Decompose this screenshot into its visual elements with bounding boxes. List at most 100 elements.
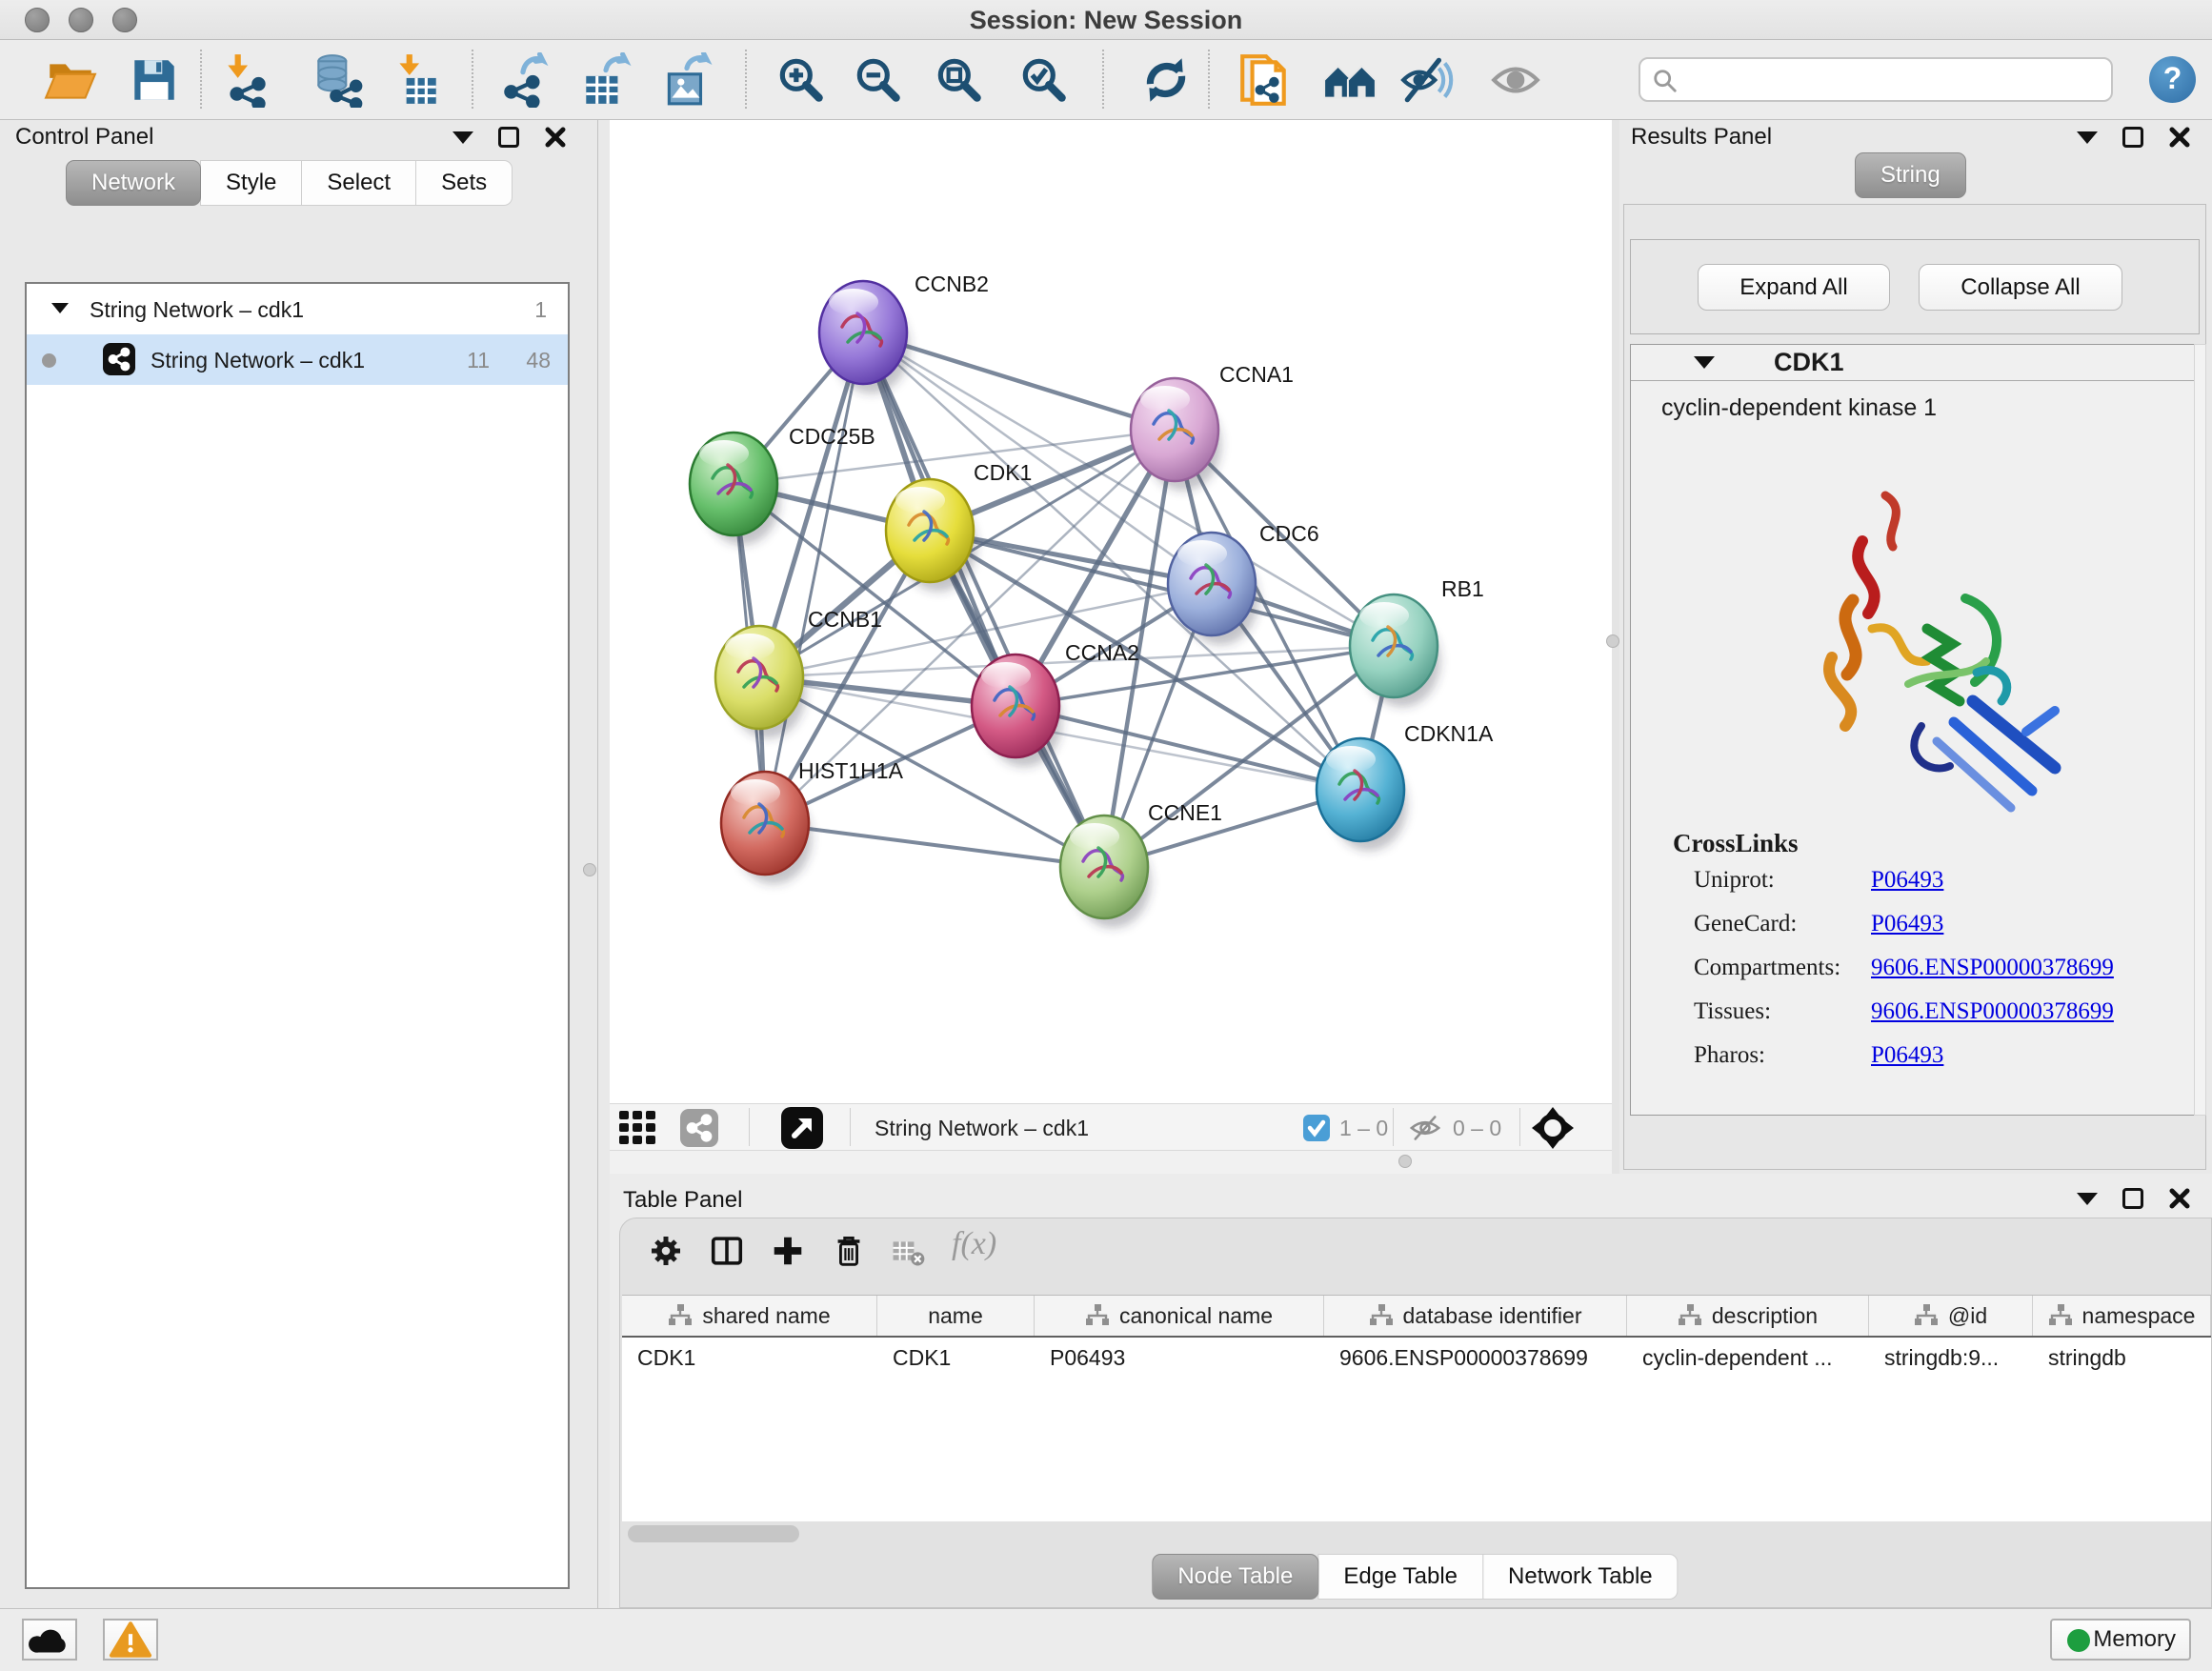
export-table-button[interactable] — [578, 52, 633, 108]
memory-button[interactable]: Memory — [2050, 1619, 2191, 1661]
warnings-button[interactable] — [103, 1619, 158, 1661]
help-button[interactable]: ? — [2149, 56, 2196, 103]
network-node-CDC6[interactable] — [1168, 533, 1256, 635]
network-collection-row[interactable]: String Network – cdk1 1 — [27, 284, 568, 334]
horizontal-splitter-handle[interactable] — [1398, 1155, 1412, 1168]
apply-layout-button[interactable] — [1138, 52, 1194, 108]
column-header-canonical-name[interactable]: canonical name — [1035, 1296, 1324, 1336]
collapse-entry-icon[interactable] — [1694, 356, 1715, 369]
show-all-button[interactable] — [1488, 52, 1543, 108]
panel-menu-icon[interactable] — [2077, 131, 2098, 144]
column-header-shared-name[interactable]: shared name — [622, 1296, 877, 1336]
tree-expand-icon[interactable] — [51, 303, 69, 313]
network-canvas[interactable]: CCNB2CCNA1CDC25BCDK1CDC6RB1CCNB1CCNA2CDK… — [610, 120, 1612, 1103]
network-node-CDC25B[interactable] — [690, 433, 777, 535]
cloud-button[interactable] — [22, 1619, 77, 1661]
panel-menu-icon[interactable] — [2077, 1193, 2098, 1205]
selected-checkbox[interactable] — [1303, 1115, 1330, 1141]
network-view-badge[interactable] — [680, 1109, 718, 1147]
network-edge[interactable] — [765, 823, 1104, 867]
panel-float-icon[interactable] — [498, 127, 519, 148]
function-builder-button[interactable]: f(x) — [952, 1226, 996, 1262]
column-header-description[interactable]: description — [1627, 1296, 1869, 1336]
column-header--id[interactable]: @id — [1869, 1296, 2033, 1336]
table-options-gear-icon[interactable] — [647, 1232, 685, 1270]
export-network-button[interactable] — [497, 52, 553, 108]
delete-column-icon[interactable] — [830, 1232, 868, 1270]
network-node-HIST1H1A[interactable] — [721, 772, 809, 875]
column-header-name[interactable]: name — [877, 1296, 1035, 1336]
table-cell[interactable]: CDK1 — [622, 1338, 877, 1379]
save-session-button[interactable] — [127, 52, 182, 108]
detach-view-badge[interactable] — [781, 1107, 823, 1149]
pan-target-icon[interactable] — [1532, 1107, 1574, 1149]
crosslink-link[interactable]: 9606.ENSP00000378699 — [1871, 998, 2114, 1025]
hide-selected-button[interactable] — [1399, 52, 1455, 108]
column-header-database-identifier[interactable]: database identifier — [1324, 1296, 1627, 1336]
tab-network[interactable]: Network — [66, 160, 201, 206]
panel-close-icon[interactable] — [2168, 1187, 2191, 1210]
import-network-from-database-button[interactable] — [311, 52, 366, 108]
network-edge[interactable] — [765, 332, 863, 823]
tab-style[interactable]: Style — [200, 160, 302, 206]
panel-float-icon[interactable] — [2122, 1188, 2143, 1209]
crosslink-link[interactable]: P06493 — [1871, 911, 1943, 937]
network-node-RB1[interactable] — [1350, 594, 1438, 697]
network-node-CCNA2[interactable] — [972, 654, 1059, 757]
table-cell[interactable]: cyclin-dependent ... — [1627, 1338, 1869, 1379]
table-cell[interactable]: stringdb:9... — [1869, 1338, 2033, 1379]
crosslink-link[interactable]: P06493 — [1871, 1042, 1943, 1069]
delete-table-icon[interactable] — [891, 1238, 925, 1268]
table-cell[interactable]: P06493 — [1035, 1338, 1324, 1379]
right-splitter-handle[interactable] — [1606, 634, 1619, 648]
show-columns-icon[interactable] — [708, 1232, 746, 1270]
open-session-button[interactable] — [43, 52, 98, 108]
network-edge[interactable] — [863, 332, 1104, 867]
network-node-CCNA1[interactable] — [1131, 378, 1218, 481]
crosslink-link[interactable]: P06493 — [1871, 867, 1943, 894]
table-row[interactable]: CDK1CDK1P064939606.ENSP00000378699cyclin… — [622, 1338, 2211, 1379]
import-table-button[interactable] — [389, 52, 444, 108]
network-node-CDKN1A[interactable] — [1317, 738, 1404, 841]
export-image-button[interactable] — [659, 52, 714, 108]
hidden-eye-icon[interactable] — [1408, 1113, 1442, 1143]
panel-close-icon[interactable] — [2168, 126, 2191, 149]
results-scrollbar[interactable] — [2194, 344, 2206, 1116]
panel-float-icon[interactable] — [2122, 127, 2143, 148]
first-neighbors-button[interactable] — [1322, 52, 1377, 108]
column-header-namespace[interactable]: namespace — [2033, 1296, 2211, 1336]
expand-all-button[interactable]: Expand All — [1698, 264, 1890, 311]
collapse-all-button[interactable]: Collapse All — [1919, 264, 2122, 311]
panel-menu-icon[interactable] — [452, 131, 473, 144]
zoom-fit-button[interactable] — [932, 52, 987, 108]
zoom-in-button[interactable] — [774, 52, 829, 108]
tab-node-table[interactable]: Node Table — [1152, 1554, 1318, 1600]
zoom-out-button[interactable] — [851, 52, 906, 108]
zoom-selected-button[interactable] — [1016, 52, 1072, 108]
tab-string[interactable]: String — [1855, 152, 1966, 198]
left-splitter-handle[interactable] — [583, 863, 596, 876]
add-column-icon[interactable] — [769, 1232, 807, 1270]
crosslink-link[interactable]: 9606.ENSP00000378699 — [1871, 955, 2114, 981]
gene-entry-header[interactable]: CDK1 — [1631, 345, 2199, 381]
tab-sets[interactable]: Sets — [415, 160, 513, 206]
network-row-selected[interactable]: String Network – cdk1 11 48 — [27, 334, 568, 385]
table-cell[interactable]: CDK1 — [877, 1338, 1035, 1379]
import-network-from-file-button[interactable] — [219, 52, 274, 108]
search-input[interactable] — [1690, 61, 2100, 98]
table-cell[interactable]: stringdb — [2033, 1338, 2211, 1379]
table-horizontal-scrollbar[interactable] — [628, 1525, 799, 1542]
tab-network-table[interactable]: Network Table — [1482, 1554, 1679, 1600]
network-node-CCNB2[interactable] — [819, 281, 907, 384]
network-edge[interactable] — [863, 332, 1175, 430]
network-node-CCNB1[interactable] — [715, 626, 803, 729]
panel-close-icon[interactable] — [544, 126, 567, 149]
table-cell[interactable]: 9606.ENSP00000378699 — [1324, 1338, 1627, 1379]
network-from-document-button[interactable] — [1237, 52, 1292, 108]
horizontal-splitter[interactable] — [610, 1151, 1612, 1174]
grid-view-icon[interactable] — [619, 1111, 657, 1145]
network-node-CCNE1[interactable] — [1060, 815, 1148, 918]
network-node-CDK1[interactable] — [886, 479, 974, 582]
tab-select[interactable]: Select — [301, 160, 416, 206]
tab-edge-table[interactable]: Edge Table — [1317, 1554, 1483, 1600]
